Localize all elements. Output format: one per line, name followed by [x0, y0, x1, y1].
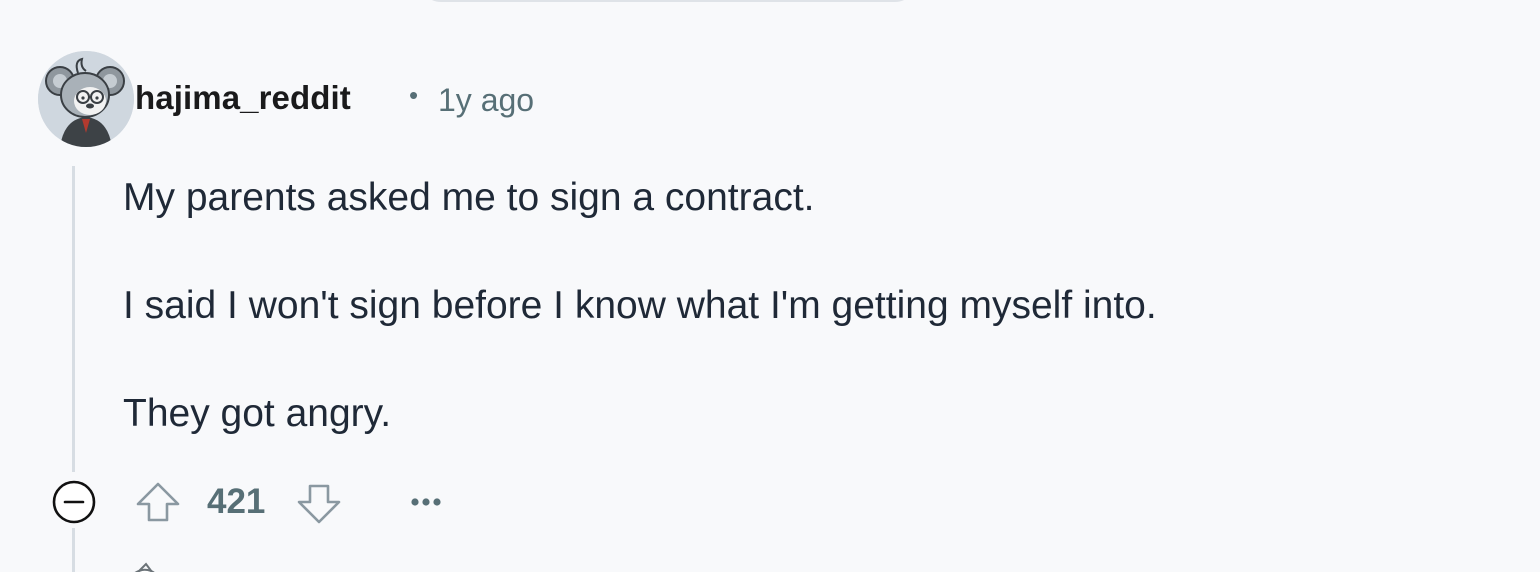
koala-avatar-icon: [38, 51, 134, 147]
comment-thread: hajima_reddit • 1y ago My parents asked …: [0, 0, 1540, 572]
downvote-button[interactable]: [295, 478, 343, 526]
comment-author[interactable]: hajima_reddit: [135, 79, 351, 117]
upvote-button[interactable]: [134, 478, 182, 526]
arrow-up-outline-icon: [136, 482, 180, 522]
thread-line[interactable]: [72, 166, 75, 472]
comment-body-line: I said I won't sign before I know what I…: [123, 284, 1157, 327]
thread-line-continuation[interactable]: [72, 528, 75, 572]
avatar-icon: [134, 562, 155, 572]
comment-timestamp[interactable]: 1y ago: [438, 82, 534, 119]
collapse-minus-circle-icon: [52, 480, 96, 524]
meta-separator: •: [409, 80, 419, 110]
reply-avatar[interactable]: [112, 556, 192, 572]
collapse-thread-button[interactable]: [50, 478, 98, 526]
more-options-button[interactable]: [400, 478, 452, 526]
author-avatar[interactable]: [38, 51, 134, 147]
arrow-down-outline-icon: [297, 484, 341, 524]
comment-body-line: They got angry.: [123, 392, 392, 435]
ellipsis-horizontal-icon: [411, 498, 441, 506]
vote-score: 421: [207, 482, 266, 521]
search-bar-edge[interactable]: [420, 0, 916, 2]
comment-body-line: My parents asked me to sign a contract.: [123, 176, 815, 219]
